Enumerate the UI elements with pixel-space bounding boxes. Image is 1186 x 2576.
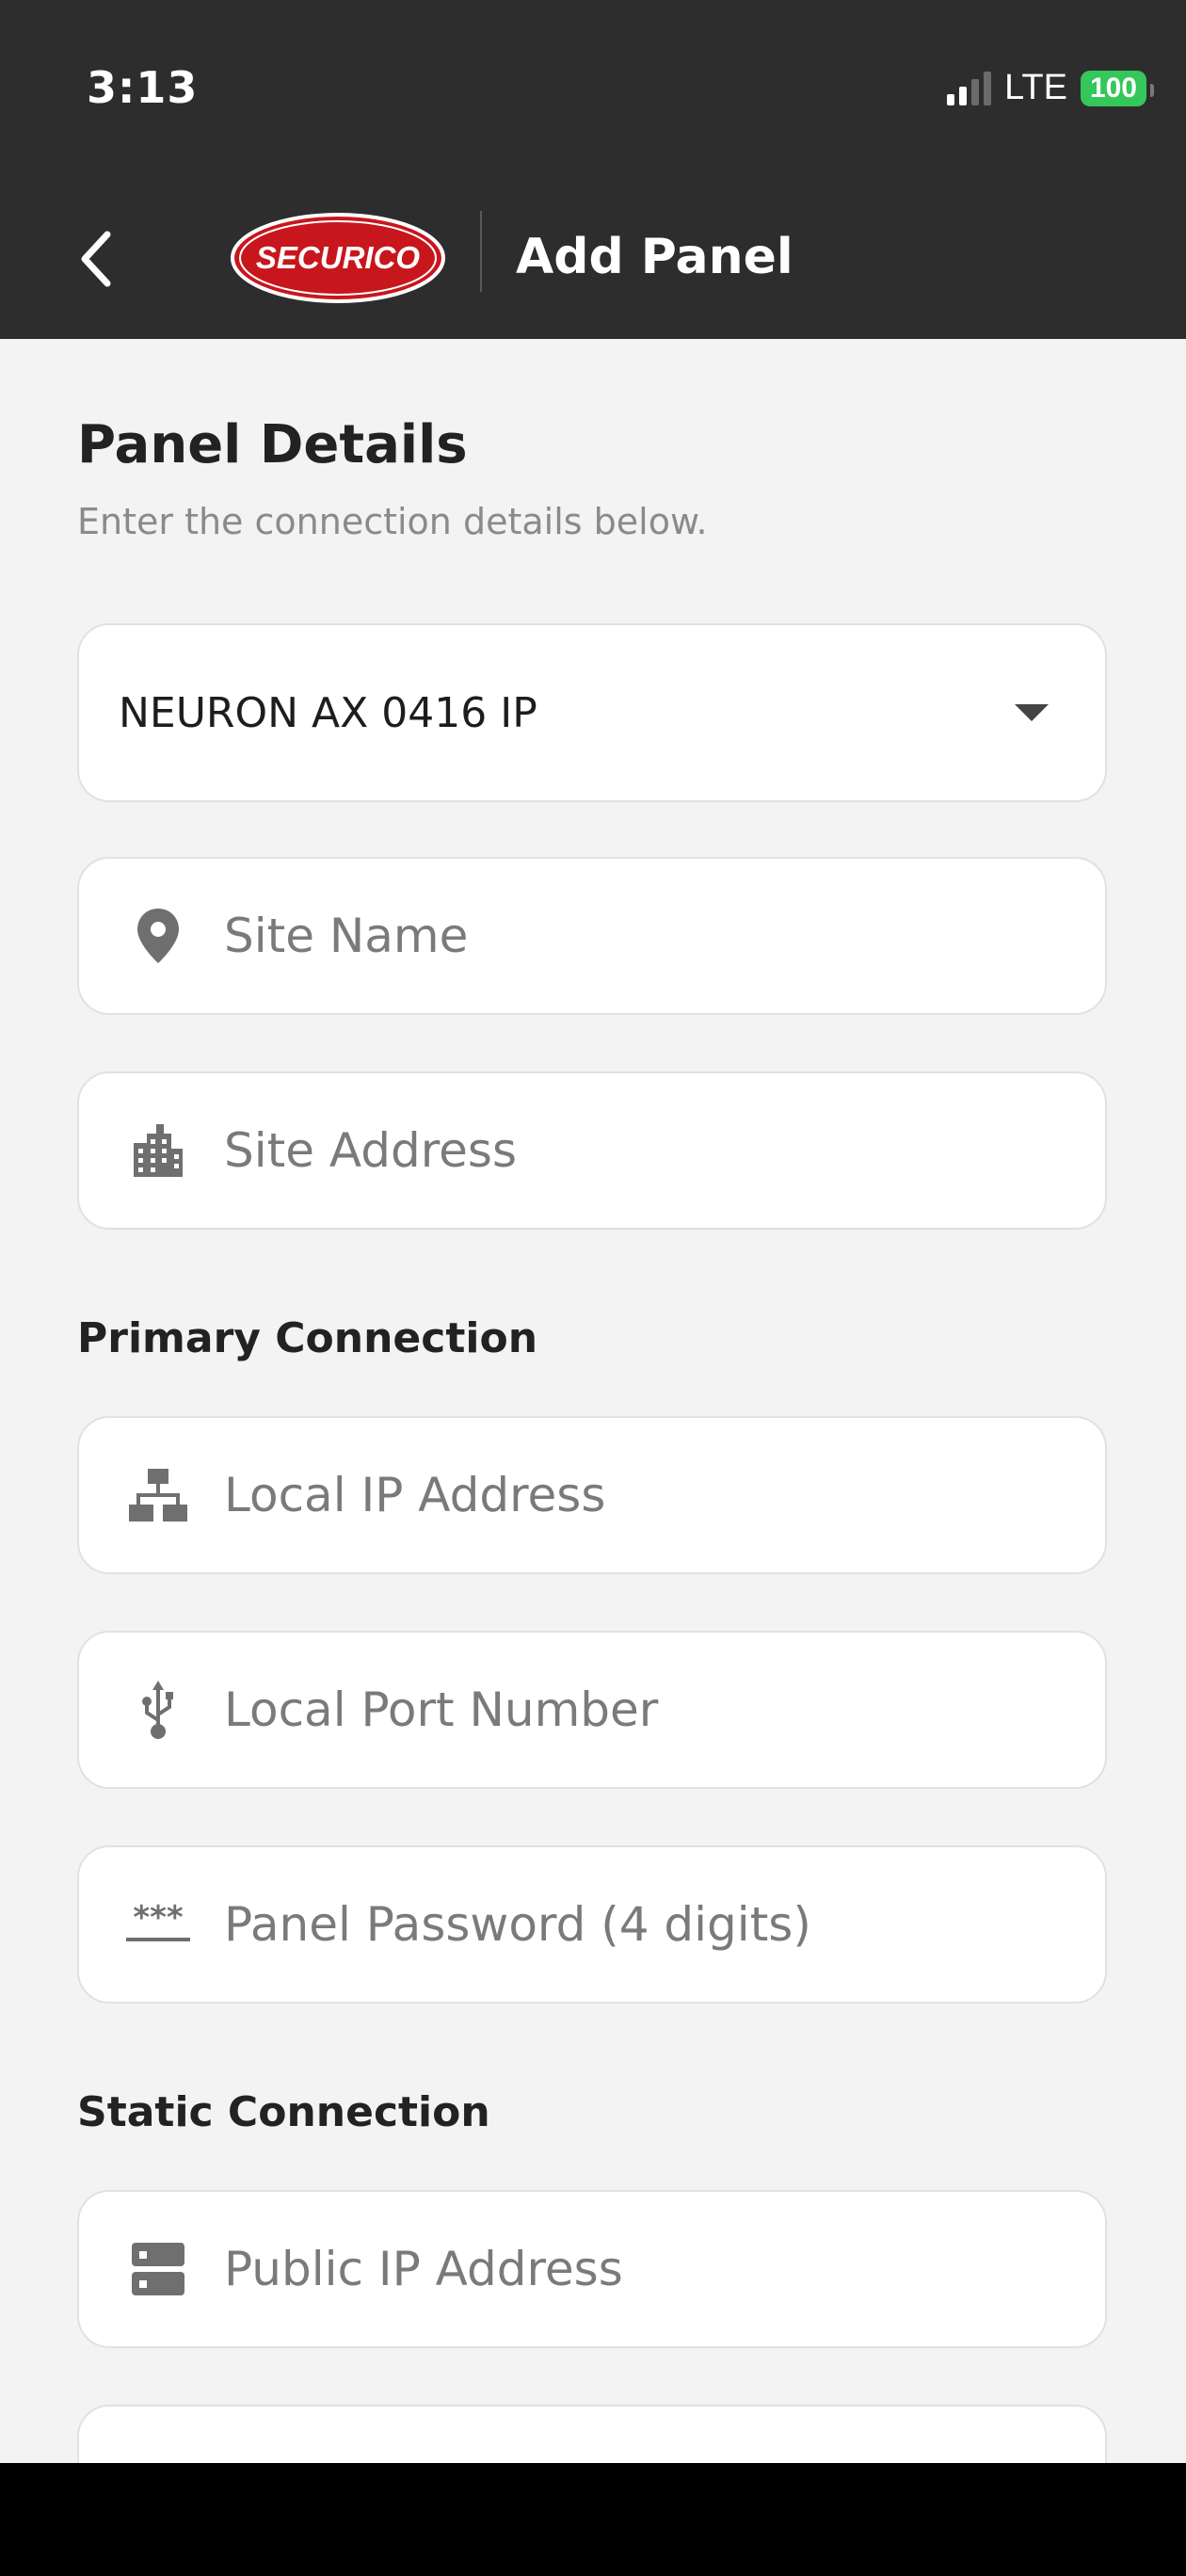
site-address-placeholder: Site Address bbox=[224, 1123, 518, 1178]
server-icon bbox=[120, 2241, 196, 2297]
static-connection-heading: Static Connection bbox=[77, 2088, 490, 2136]
network-type: LTE bbox=[1004, 68, 1067, 107]
nav-divider bbox=[480, 211, 482, 292]
panel-details-heading: Panel Details bbox=[77, 414, 468, 475]
panel-type-value: NEURON AX 0416 IP bbox=[119, 688, 537, 737]
panel-type-select[interactable]: NEURON AX 0416 IP bbox=[77, 623, 1107, 802]
status-time: 3:13 bbox=[87, 62, 199, 113]
local-port-input[interactable]: Local Port Number bbox=[77, 1631, 1107, 1789]
panel-password-placeholder: Panel Password (4 digits) bbox=[224, 1897, 811, 1952]
securico-logo: SECURICO bbox=[230, 211, 446, 305]
local-ip-placeholder: Local IP Address bbox=[224, 1468, 606, 1522]
site-name-input[interactable]: Site Name bbox=[77, 857, 1107, 1015]
building-icon bbox=[120, 1122, 196, 1179]
site-address-input[interactable]: Site Address bbox=[77, 1071, 1107, 1230]
map-pin-icon bbox=[120, 907, 196, 965]
chevron-left-icon bbox=[81, 231, 111, 287]
public-ip-input[interactable]: Public IP Address bbox=[77, 2190, 1107, 2348]
panel-details-subtext: Enter the connection details below. bbox=[77, 501, 708, 542]
bottom-bar bbox=[0, 2463, 1186, 2576]
page-title: Add Panel bbox=[516, 229, 793, 285]
svg-text:***: *** bbox=[133, 1904, 184, 1937]
usb-icon bbox=[120, 1679, 196, 1741]
password-icon: *** bbox=[120, 1904, 196, 1945]
nav-bar: SECURICO Add Panel bbox=[0, 179, 1186, 339]
local-port-placeholder: Local Port Number bbox=[224, 1682, 659, 1737]
back-button[interactable] bbox=[58, 207, 134, 311]
public-ip-placeholder: Public IP Address bbox=[224, 2242, 623, 2296]
status-bar: 3:13 LTE 100 bbox=[0, 0, 1186, 179]
form-content: Panel Details Enter the connection detai… bbox=[0, 339, 1186, 2463]
site-name-placeholder: Site Name bbox=[224, 909, 469, 963]
battery-icon: 100 bbox=[1080, 70, 1155, 106]
network-icon bbox=[120, 1467, 196, 1523]
panel-password-input[interactable]: *** Panel Password (4 digits) bbox=[77, 1845, 1107, 2004]
signal-icon bbox=[947, 71, 992, 105]
local-ip-input[interactable]: Local IP Address bbox=[77, 1416, 1107, 1574]
status-indicators: LTE 100 bbox=[947, 68, 1155, 108]
next-field-partial[interactable] bbox=[77, 2405, 1107, 2463]
primary-connection-heading: Primary Connection bbox=[77, 1314, 538, 1362]
dropdown-caret-icon bbox=[1015, 704, 1049, 721]
svg-text:SECURICO: SECURICO bbox=[256, 240, 421, 275]
